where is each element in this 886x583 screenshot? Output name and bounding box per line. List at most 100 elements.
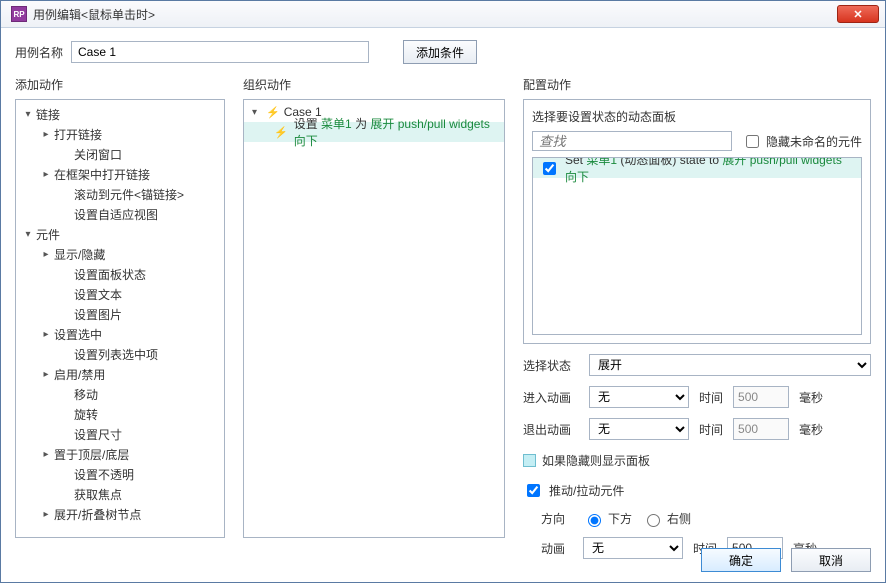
tree-node[interactable]: 滚动到元件<锚链接>	[16, 184, 224, 204]
tree-node[interactable]: ▸显示/隐藏	[16, 244, 224, 264]
tree-node-label: 设置尺寸	[74, 426, 122, 443]
tree-node[interactable]: 获取焦点	[16, 484, 224, 504]
organize-action-text: 设置 菜单1 为 展开 push/pull widgets 向下	[294, 115, 504, 149]
tree-node-label: 关闭窗口	[74, 146, 122, 163]
tree-node-label: 打开链接	[54, 126, 102, 143]
enter-time-input[interactable]	[733, 386, 789, 408]
case-name-label: 用例名称	[15, 44, 63, 61]
list-item-text: Set 菜单1 (动态面板) state to 展开 push/pull wid…	[565, 157, 855, 185]
organize-action-header: 组织动作	[243, 76, 505, 93]
tree-node[interactable]: ▸启用/禁用	[16, 364, 224, 384]
tree-node-label: 显示/隐藏	[54, 246, 105, 263]
window-body: 用例名称 添加条件 添加动作 ▾链接▸打开链接关闭窗口▸在框架中打开链接滚动到元…	[1, 28, 885, 582]
select-state-label: 选择状态	[523, 357, 579, 374]
tree-node[interactable]: 设置尺寸	[16, 424, 224, 444]
tree-node[interactable]: 设置不透明	[16, 464, 224, 484]
chevron-right-icon: ▸	[40, 249, 52, 260]
action-tree-panel[interactable]: ▾链接▸打开链接关闭窗口▸在框架中打开链接滚动到元件<锚链接>设置自适应视图▾元…	[15, 99, 225, 538]
window-title: 用例编辑<鼠标单击时>	[33, 6, 837, 23]
app-icon: RP	[11, 6, 27, 22]
exit-time-input[interactable]	[733, 418, 789, 440]
show-if-hidden-label: 如果隐藏则显示面板	[542, 452, 650, 469]
tree-node[interactable]: 移动	[16, 384, 224, 404]
add-condition-button[interactable]: 添加条件	[403, 40, 477, 64]
select-state-dropdown[interactable]: 展开	[589, 354, 871, 376]
enter-anim-dropdown[interactable]: 无	[589, 386, 689, 408]
tree-node[interactable]: 设置面板状态	[16, 264, 224, 284]
configure-action-column: 配置动作 选择要设置状态的动态面板 隐藏未命名的元件	[523, 76, 871, 538]
tree-node[interactable]: 关闭窗口	[16, 144, 224, 164]
dynamic-panel-list[interactable]: Set 菜单1 (动态面板) state to 展开 push/pull wid…	[532, 157, 862, 335]
tree-node-label: 设置自适应视图	[74, 206, 158, 223]
enter-anim-row: 进入动画 无 时间 毫秒	[523, 386, 871, 408]
tree-node-label: 设置选中	[54, 326, 102, 343]
configure-action-header: 配置动作	[523, 76, 871, 93]
hide-unnamed-label: 隐藏未命名的元件	[766, 133, 862, 150]
tree-node-label: 移动	[74, 386, 98, 403]
direction-row: 方向 下方 右侧	[523, 510, 871, 527]
tree-node[interactable]: ▸设置选中	[16, 324, 224, 344]
cancel-button[interactable]: 取消	[791, 548, 871, 572]
action-tree: ▾链接▸打开链接关闭窗口▸在框架中打开链接滚动到元件<锚链接>设置自适应视图▾元…	[16, 100, 224, 528]
tree-node-label: 设置列表选中项	[74, 346, 158, 363]
close-icon: ✕	[853, 8, 862, 21]
case-name-input[interactable]	[71, 41, 369, 63]
tree-node[interactable]: 旋转	[16, 404, 224, 424]
tree-node-label: 设置文本	[74, 286, 122, 303]
direction-right-radio[interactable]: 右侧	[642, 510, 691, 527]
exit-ms-unit: 毫秒	[799, 421, 823, 438]
chevron-right-icon: ▸	[40, 449, 52, 460]
exit-time-label: 时间	[699, 421, 723, 438]
direction-below-radio[interactable]: 下方	[583, 510, 632, 527]
tree-node-label: 在框架中打开链接	[54, 166, 150, 183]
collapse-icon: ▾	[252, 107, 262, 118]
enter-ms-unit: 毫秒	[799, 389, 823, 406]
close-button[interactable]: ✕	[837, 5, 879, 23]
tree-node[interactable]: ▾元件	[16, 224, 224, 244]
list-item[interactable]: Set 菜单1 (动态面板) state to 展开 push/pull wid…	[533, 158, 861, 178]
show-if-hidden-row[interactable]: 如果隐藏则显示面板	[523, 452, 871, 469]
lightning-icon: ⚡	[266, 106, 280, 119]
organize-action-row[interactable]: ⚡ 设置 菜单1 为 展开 push/pull widgets 向下	[244, 122, 504, 142]
exit-anim-row: 退出动画 无 时间 毫秒	[523, 418, 871, 440]
chevron-right-icon: ▸	[40, 169, 52, 180]
exit-anim-label: 退出动画	[523, 421, 579, 438]
select-state-row: 选择状态 展开	[523, 354, 871, 376]
select-panel-groupbox: 选择要设置状态的动态面板 隐藏未命名的元件	[523, 99, 871, 344]
tree-node[interactable]: 设置文本	[16, 284, 224, 304]
tree-node[interactable]: ▸展开/折叠树节点	[16, 504, 224, 524]
tree-node[interactable]: ▸置于顶层/底层	[16, 444, 224, 464]
tree-node[interactable]: ▸打开链接	[16, 124, 224, 144]
chevron-right-icon: ▸	[40, 369, 52, 380]
show-if-hidden-checkbox[interactable]	[523, 454, 536, 467]
tree-node[interactable]: 设置列表选中项	[16, 344, 224, 364]
tree-node-label: 展开/折叠树节点	[54, 506, 141, 523]
chevron-down-icon: ▾	[22, 229, 34, 240]
tree-node[interactable]: ▸在框架中打开链接	[16, 164, 224, 184]
organize-action-column: 组织动作 ▾ ⚡ Case 1 ⚡ 设置 菜单1 为 展开 push/pull …	[243, 76, 505, 538]
chevron-down-icon: ▾	[22, 109, 34, 120]
search-input[interactable]	[532, 131, 732, 151]
tree-node[interactable]: ▾链接	[16, 104, 224, 124]
chevron-right-icon: ▸	[40, 509, 52, 520]
tree-node-label: 置于顶层/底层	[54, 446, 129, 463]
push-pull-checkbox[interactable]	[527, 484, 540, 497]
organize-panel[interactable]: ▾ ⚡ Case 1 ⚡ 设置 菜单1 为 展开 push/pull widge…	[243, 99, 505, 538]
hide-unnamed-checkbox[interactable]: 隐藏未命名的元件	[742, 132, 862, 151]
chevron-right-icon: ▸	[40, 129, 52, 140]
add-action-column: 添加动作 ▾链接▸打开链接关闭窗口▸在框架中打开链接滚动到元件<锚链接>设置自适…	[15, 76, 225, 538]
ok-button[interactable]: 确定	[701, 548, 781, 572]
tree-node-label: 设置不透明	[74, 466, 134, 483]
hide-unnamed-check[interactable]	[746, 135, 759, 148]
tree-node[interactable]: 设置图片	[16, 304, 224, 324]
select-panel-title: 选择要设置状态的动态面板	[532, 108, 862, 125]
push-pull-row[interactable]: 推动/拉动元件	[523, 481, 871, 500]
list-item-check[interactable]	[543, 162, 556, 175]
add-action-header: 添加动作	[15, 76, 225, 93]
columns: 添加动作 ▾链接▸打开链接关闭窗口▸在框架中打开链接滚动到元件<锚链接>设置自适…	[15, 76, 871, 538]
tree-node[interactable]: 设置自适应视图	[16, 204, 224, 224]
exit-anim-dropdown[interactable]: 无	[589, 418, 689, 440]
tree-node-label: 链接	[36, 106, 60, 123]
bolt-icon: ⚡	[274, 126, 288, 139]
case-name-row: 用例名称 添加条件	[15, 40, 871, 64]
